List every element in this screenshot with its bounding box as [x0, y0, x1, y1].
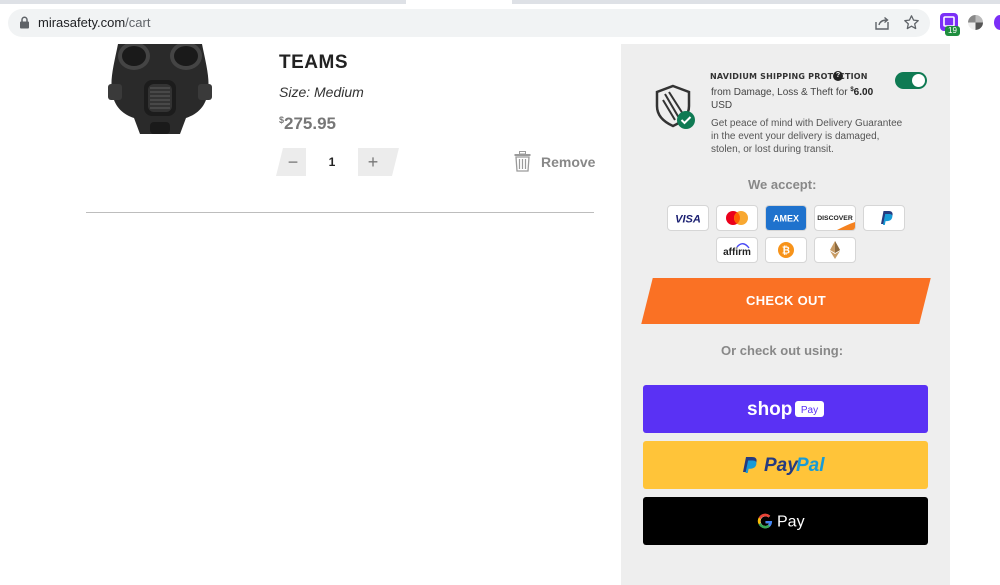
- extension-icon[interactable]: [968, 15, 983, 30]
- product-price: $275.95: [279, 114, 336, 134]
- discover-text: DISCOVER: [817, 215, 853, 222]
- url-text[interactable]: mirasafety.com/cart: [38, 15, 150, 30]
- protection-description: Get peace of mind with Delivery Guarante…: [711, 118, 903, 155]
- url-host: mirasafety.com: [38, 15, 126, 30]
- quantity-input[interactable]: 1: [306, 148, 358, 176]
- svg-text:shop: shop: [747, 399, 792, 420]
- extension-icon[interactable]: [994, 15, 1000, 30]
- we-accept-label: We accept:: [748, 177, 817, 192]
- price-value: 275.95: [284, 114, 337, 133]
- extension-badge: 19: [945, 26, 960, 36]
- alt-checkout-label: Or check out using:: [721, 343, 844, 358]
- product-size: Size: Medium: [279, 84, 364, 100]
- paypal-card-icon: [863, 205, 905, 231]
- lock-icon[interactable]: [19, 16, 30, 29]
- help-icon[interactable]: ?: [833, 71, 843, 81]
- mastercard-icon: [716, 205, 758, 231]
- share-icon[interactable]: [874, 15, 890, 31]
- price-currency: $: [279, 115, 285, 125]
- shop-pay-button[interactable]: shop Pay: [643, 385, 928, 433]
- affirm-card-icon: affirm: [716, 237, 758, 263]
- amex-text: AMEX: [773, 214, 799, 224]
- shop-pay-logo: shop Pay: [747, 399, 824, 420]
- toggle-knob: [912, 74, 925, 87]
- svg-text:Pay: Pay: [764, 455, 799, 476]
- svg-text:Pay: Pay: [777, 514, 805, 531]
- discover-card-icon: DISCOVER: [814, 205, 856, 231]
- google-pay-logo: Pay: [757, 514, 805, 531]
- url-path: /cart: [125, 15, 151, 30]
- paypal-button[interactable]: Pay Pal: [643, 441, 928, 489]
- google-pay-button[interactable]: Pay: [643, 497, 928, 545]
- ethereum-icon: [814, 237, 856, 263]
- svg-text:Pay: Pay: [801, 405, 818, 416]
- protection-currency-code: USD: [711, 100, 733, 111]
- protection-price-line: from Damage, Loss & Theft for $6.00: [711, 87, 873, 98]
- amex-card-icon: AMEX: [765, 205, 807, 231]
- checkout-label: CHECK OUT: [746, 293, 826, 308]
- visa-card-icon: VISA: [667, 205, 709, 231]
- svg-text:Pal: Pal: [796, 455, 825, 476]
- paypal-logo: Pay Pal: [743, 455, 825, 476]
- bookmark-star-icon[interactable]: [903, 14, 920, 31]
- checkout-button[interactable]: CHECK OUT: [637, 278, 935, 324]
- protection-price: 6.00: [853, 87, 874, 98]
- visa-text: VISA: [675, 214, 701, 226]
- trash-icon: [514, 151, 531, 172]
- shipping-protection-toggle[interactable]: [895, 72, 927, 89]
- product-image[interactable]: [104, 44, 216, 136]
- protection-title: Navidium Shipping Protection: [710, 72, 868, 81]
- remove-label: Remove: [541, 154, 596, 170]
- active-tab[interactable]: [406, 0, 512, 4]
- quantity-stepper: − 1 +: [276, 148, 399, 176]
- browser-toolbar: mirasafety.com/cart 19: [0, 0, 1000, 44]
- bitcoin-icon: ₿: [765, 237, 807, 263]
- affirm-text: affirm: [723, 247, 751, 258]
- svg-text:₿: ₿: [782, 245, 790, 257]
- product-title[interactable]: TEAMS: [279, 52, 348, 74]
- increase-quantity-button[interactable]: +: [364, 150, 382, 174]
- tab-strip: [0, 0, 1000, 4]
- protection-prefix: from Damage, Loss & Theft for: [711, 87, 851, 98]
- divider: [86, 212, 594, 213]
- decrease-quantity-button[interactable]: −: [284, 150, 302, 174]
- shield-check-icon: [655, 84, 695, 129]
